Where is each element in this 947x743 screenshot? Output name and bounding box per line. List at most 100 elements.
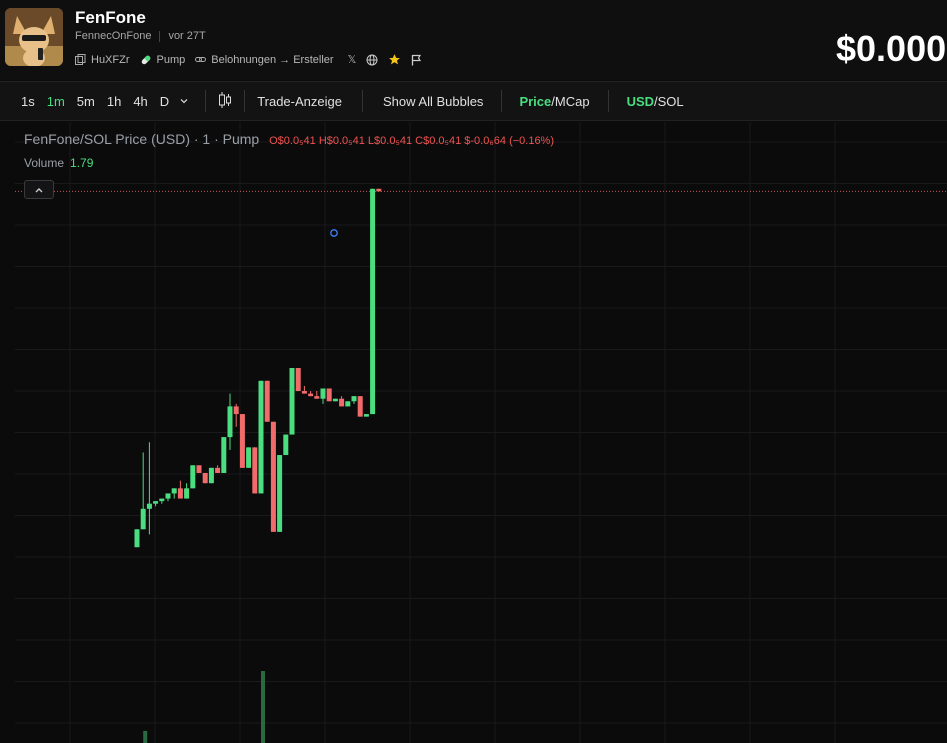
usd-option: USD	[626, 93, 655, 109]
candle-body	[326, 388, 332, 402]
candlestick-icon[interactable]	[218, 91, 232, 112]
candle-body	[351, 396, 357, 402]
copy-icon	[75, 54, 86, 65]
token-full-name: FennecOnFone	[75, 30, 152, 42]
candle-body	[140, 508, 146, 530]
timeframe-5m[interactable]: 5m	[71, 94, 101, 109]
platform-text: Pump	[156, 53, 186, 66]
chart-title: FenFone/SOL Price (USD) · 1 · Pump	[24, 131, 260, 147]
candle-body	[332, 398, 338, 402]
trade-display-button[interactable]: Trade-Anzeige	[257, 94, 342, 109]
candle-body	[345, 401, 351, 407]
trade-bubble	[330, 229, 338, 237]
close-value: C$0.0₅41	[415, 135, 462, 147]
volume-label: Volume	[24, 156, 65, 170]
timeframe-D[interactable]: D	[154, 94, 175, 109]
volume-bar	[261, 671, 265, 743]
candle-body	[165, 493, 171, 499]
divider	[607, 90, 609, 112]
candle-body	[239, 414, 245, 468]
candle-body	[363, 414, 369, 417]
candle-body	[171, 488, 177, 494]
chevron-up-icon	[35, 187, 43, 192]
rewards-link[interactable]: Belohnungen → Ersteller	[195, 53, 334, 66]
high-value: H$0.0₅41	[318, 135, 365, 147]
candle-body	[190, 465, 196, 489]
timeframe-4h[interactable]: 4h	[127, 94, 153, 109]
candle-body	[134, 529, 140, 548]
candle-body	[177, 488, 183, 499]
candle-body	[246, 447, 252, 468]
candle-body	[289, 368, 295, 435]
candle-body	[264, 380, 270, 422]
divider	[501, 90, 503, 112]
candle-body	[308, 393, 314, 397]
volume-legend: Volume 1.79	[24, 156, 93, 170]
token-avatar	[5, 8, 63, 66]
candle-body	[196, 465, 202, 473]
candle-body	[320, 388, 326, 399]
timeframe-selector: 1s 1m 5m 1h 4h D	[15, 94, 175, 109]
divider	[159, 30, 161, 42]
price-mcap-toggle[interactable]: Price/MCap	[519, 94, 589, 109]
pill-icon	[141, 55, 150, 64]
token-age: vor 27T	[168, 30, 206, 42]
timeframe-1m[interactable]: 1m	[41, 94, 71, 109]
collapse-legend-button[interactable]	[24, 180, 54, 199]
chart-toolbar: 1s 1m 5m 1h 4h D Trade-Anzeige Show All Bubbl…	[0, 81, 947, 121]
volume-value: 1.79	[70, 156, 94, 170]
candle-body	[227, 406, 233, 438]
candle-body	[295, 368, 301, 392]
candle-body	[208, 467, 214, 484]
rewards-text: Belohnungen → Ersteller	[211, 53, 334, 66]
timeframe-1s[interactable]: 1s	[15, 94, 41, 109]
candle-body	[215, 467, 221, 473]
candle-body	[301, 391, 307, 394]
sol-option: SOL	[657, 93, 684, 109]
divider	[244, 90, 246, 112]
current-price: $0.000	[836, 28, 947, 69]
candle-body	[233, 406, 239, 415]
candle-body	[146, 503, 152, 509]
token-subline: FennecOnFone vor 27T	[75, 30, 206, 42]
chevron-down-icon[interactable]	[179, 94, 189, 109]
globe-icon[interactable]	[366, 54, 378, 66]
x-social-icon[interactable]: 𝕏	[348, 53, 357, 66]
change-value: $-0.0₆64 (−0.16%)	[464, 135, 555, 147]
candle-body	[153, 501, 159, 504]
candle-body	[184, 488, 190, 499]
price-option: Price	[519, 93, 552, 109]
candle-body	[339, 398, 345, 407]
volume-bar	[143, 730, 148, 743]
candle-body	[258, 380, 264, 494]
low-value: L$0.0₅41	[367, 135, 413, 147]
ohlc-values: O$0.0₅41 H$0.0₅41 L$0.0₅41 C$0.0₅41 $-0.…	[269, 135, 554, 147]
price-chart[interactable]	[15, 122, 947, 743]
copy-address-button[interactable]: HuXFZr	[75, 54, 130, 66]
token-header: FenFone FennecOnFone vor 27T HuXFZr Pump…	[0, 0, 947, 80]
flag-icon[interactable]	[411, 54, 422, 66]
token-name: FenFone	[75, 8, 146, 27]
candle-body	[357, 396, 363, 417]
candle-body	[376, 188, 382, 192]
candle-body	[202, 472, 208, 484]
platform-badge[interactable]: Pump	[140, 53, 186, 66]
candle-body	[252, 447, 258, 494]
candle-body	[159, 498, 165, 502]
chart-legend: FenFone/SOL Price (USD) · 1 · Pump O$0.0…	[24, 131, 554, 147]
candle-body	[270, 421, 276, 532]
candle-body	[277, 455, 283, 532]
open-value: O$0.0₅41	[269, 135, 316, 147]
show-all-bubbles-button[interactable]: Show All Bubbles	[383, 94, 483, 109]
candle-body	[221, 437, 227, 473]
star-icon[interactable]	[388, 53, 401, 66]
candle-body	[370, 188, 376, 415]
link-icon	[195, 57, 207, 62]
divider	[205, 90, 207, 112]
usd-sol-toggle[interactable]: USD/SOL	[627, 94, 684, 109]
timeframe-1h[interactable]: 1h	[101, 94, 127, 109]
candle-body	[283, 434, 289, 456]
candle-body	[314, 396, 320, 399]
token-meta: HuXFZr Pump Belohnungen → Ersteller 𝕏	[75, 53, 422, 66]
divider	[361, 90, 363, 112]
